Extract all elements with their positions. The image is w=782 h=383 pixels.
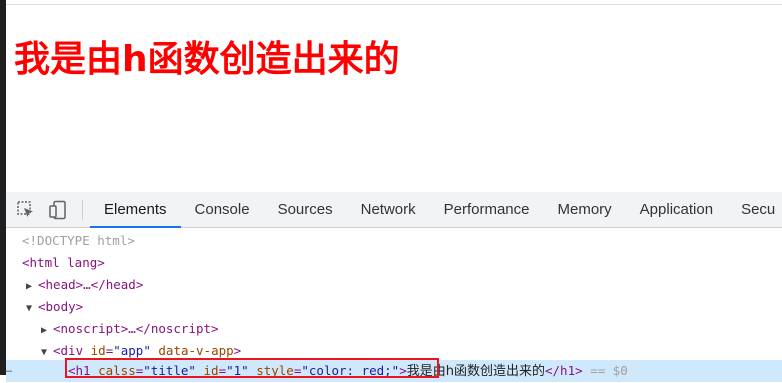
tab-security[interactable]: Secu bbox=[727, 192, 782, 227]
html-open-tag: <html lang> bbox=[22, 255, 105, 270]
noscript-collapsed-tag: <noscript>…</noscript> bbox=[53, 321, 219, 336]
page-heading: 我是由h函数创造出来的 bbox=[14, 39, 400, 80]
h1-close-tag: </h1> bbox=[545, 363, 583, 378]
attr-name: data-v-app bbox=[158, 343, 234, 358]
tab-elements[interactable]: Elements bbox=[90, 192, 181, 228]
attr-value: "app" bbox=[113, 343, 151, 358]
inspect-element-icon[interactable] bbox=[16, 200, 36, 220]
devtools-tabs: Elements Console Sources Network Perform… bbox=[90, 192, 782, 228]
device-toolbar-icon[interactable] bbox=[48, 200, 68, 220]
console-ref-suffix: == $0 bbox=[582, 363, 628, 378]
doctype-text: <!DOCTYPE html> bbox=[22, 233, 135, 248]
head-collapsed-tag: <head>…</head> bbox=[38, 277, 144, 292]
row-ellipsis[interactable]: … bbox=[6, 364, 12, 375]
devtools-panel: Elements Console Sources Network Perform… bbox=[6, 192, 782, 382]
dom-line-doctype[interactable]: <!DOCTYPE html> bbox=[22, 230, 135, 252]
dom-line-head[interactable]: ▶ <head>…</head> bbox=[26, 274, 143, 296]
tab-network[interactable]: Network bbox=[347, 192, 430, 227]
div-tag-close: > bbox=[233, 343, 242, 358]
rendered-page: 我是由h函数创造出来的 bbox=[6, 5, 782, 192]
expand-triangle-icon[interactable]: ▶ bbox=[26, 276, 38, 298]
annotation-red-box bbox=[65, 358, 439, 378]
dom-line-noscript[interactable]: ▶ <noscript>…</noscript> bbox=[41, 318, 219, 340]
expand-triangle-icon[interactable]: ▶ bbox=[41, 320, 53, 342]
tab-application[interactable]: Application bbox=[626, 192, 727, 227]
toolbar-separator bbox=[82, 200, 83, 220]
attr-name: id bbox=[90, 343, 106, 358]
collapse-triangle-icon[interactable]: ▼ bbox=[41, 342, 53, 364]
elements-dom-tree: <!DOCTYPE html> <html lang> ▶ <head>…</he… bbox=[6, 228, 782, 382]
dom-line-body[interactable]: ▼ <body> bbox=[26, 296, 83, 318]
tab-console[interactable]: Console bbox=[181, 192, 264, 227]
div-tag-open: <div bbox=[53, 343, 91, 358]
tab-performance[interactable]: Performance bbox=[430, 192, 544, 227]
collapse-triangle-icon[interactable]: ▼ bbox=[26, 298, 38, 320]
devtools-toolbar: Elements Console Sources Network Perform… bbox=[6, 192, 782, 228]
body-open-tag: <body> bbox=[38, 299, 84, 314]
tab-memory[interactable]: Memory bbox=[544, 192, 626, 227]
dom-line-html[interactable]: <html lang> bbox=[22, 252, 105, 274]
tab-sources[interactable]: Sources bbox=[264, 192, 347, 227]
